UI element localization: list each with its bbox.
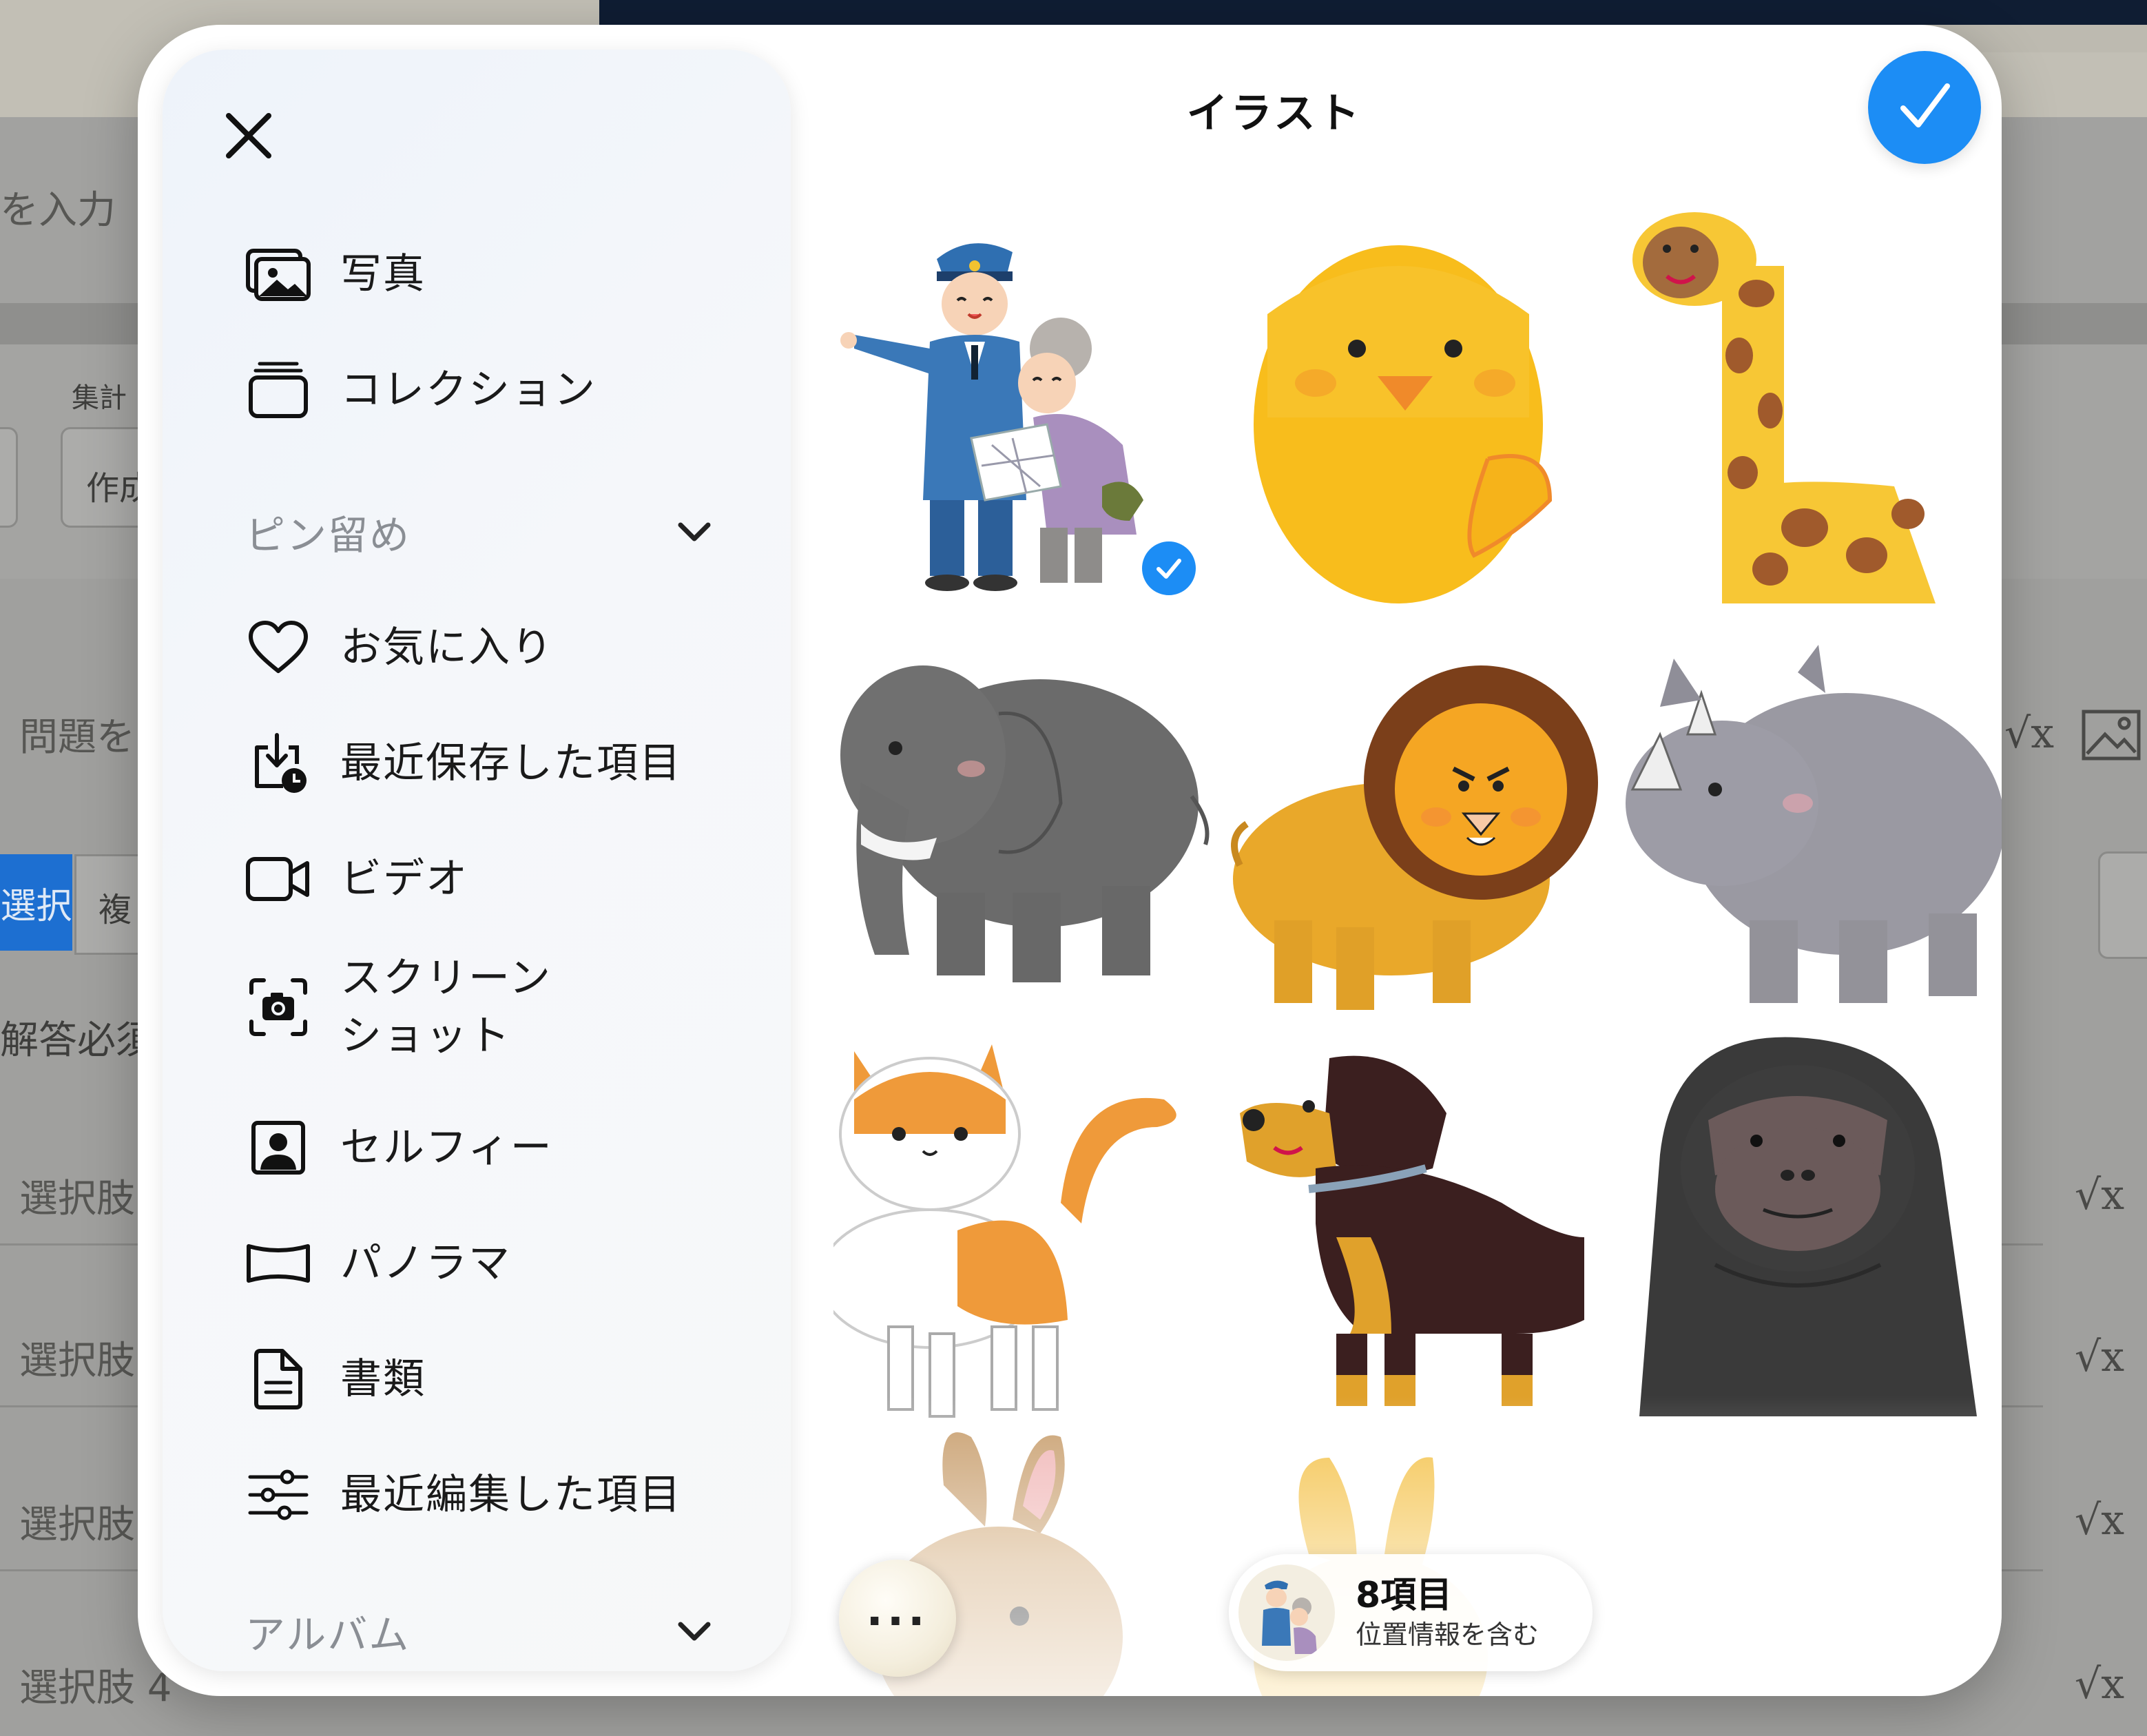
sidebar-item-label: パノラマ [340, 1239, 511, 1288]
illustration-rhinoceros[interactable] [1619, 631, 2002, 1024]
illustration-elephant[interactable] [833, 631, 1219, 1024]
bg-input-placeholder[interactable]: を入力 [0, 179, 116, 235]
illustration-dog[interactable] [1226, 1031, 1612, 1423]
chevron-down-icon [678, 522, 711, 541]
bg-right-button[interactable] [2098, 851, 2147, 959]
section-pinned[interactable]: ピン留め [245, 503, 714, 561]
illustration-picker-modal: 写真 コレクション ピン留め お気に入り 最近保存した項目 ビデオ スクリーン … [138, 25, 2002, 1696]
sidebar-item-recently-saved[interactable]: 最近保存した項目 [245, 730, 682, 796]
sidebar-item-documents[interactable]: 書類 [245, 1346, 426, 1412]
bg-line [0, 1405, 138, 1407]
sidebar-item-favorites[interactable]: お気に入り [245, 614, 554, 681]
document-icon [245, 1346, 311, 1412]
section-albums-label: アルバム [245, 1611, 411, 1658]
sidebar-item-label: 最近編集した項目 [340, 1471, 682, 1519]
screenshot-icon [245, 974, 311, 1040]
sidebar-item-label: スクリーン ショット [340, 954, 552, 1060]
sidebar-item-label: セルフィー [340, 1124, 553, 1172]
collections-icon [245, 357, 311, 423]
bg-choice-4[interactable]: 選択肢 4 [19, 1657, 172, 1713]
sqrt-icon[interactable]: √x [2075, 1171, 2124, 1219]
heart-icon [245, 614, 311, 681]
bg-line [0, 1569, 138, 1571]
illustration-chick[interactable] [1226, 211, 1612, 603]
checkmark-icon [1900, 83, 1950, 127]
bg-select-button[interactable]: 選択 [0, 854, 72, 951]
selected-check-badge [1139, 538, 1199, 599]
illustration-cat[interactable] [833, 1031, 1219, 1423]
bg-line [2002, 1569, 2043, 1571]
selection-info-text: 8項目 位置情報を含む [1356, 1573, 1539, 1652]
illustration-giraffe[interactable] [1619, 211, 2002, 603]
section-pinned-label: ピン留め [245, 512, 411, 559]
chevron-down-icon [678, 1622, 711, 1641]
sidebar-item-collections[interactable]: コレクション [245, 357, 597, 423]
sidebar-item-videos[interactable]: ビデオ [245, 846, 468, 912]
bg-line [0, 1243, 138, 1246]
sidebar: 写真 コレクション ピン留め お気に入り 最近保存した項目 ビデオ スクリーン … [163, 50, 791, 1671]
bg-line [2002, 1405, 2043, 1407]
bg-question-placeholder[interactable]: 問題を [19, 706, 135, 762]
illustration-gorilla[interactable] [1619, 1031, 2002, 1423]
bg-required-label: 解答必須 [0, 1018, 154, 1063]
sidebar-item-label: ビデオ [340, 855, 468, 903]
sidebar-item-label: 最近保存した項目 [340, 739, 682, 787]
close-button[interactable] [218, 105, 280, 167]
recently-edited-icon [245, 1462, 311, 1528]
recently-saved-icon [245, 730, 311, 796]
location-note: 位置情報を含む [1356, 1620, 1539, 1650]
section-albums[interactable]: アルバム [245, 1602, 714, 1660]
sqrt-icon[interactable]: √x [2075, 1660, 2124, 1708]
selection-info-pill[interactable]: 8項目 位置情報を含む [1229, 1554, 1593, 1671]
image-icon[interactable] [2082, 710, 2141, 761]
modal-title: イラスト [1186, 90, 1362, 138]
sidebar-item-photos[interactable]: 写真 [245, 241, 426, 307]
more-icon: ... [866, 1585, 929, 1636]
close-icon [226, 113, 271, 158]
bg-aggregate-label: 集計 [72, 382, 127, 414]
panorama-icon [245, 1230, 311, 1296]
sidebar-item-label: お気に入り [340, 623, 554, 672]
bg-field-left[interactable] [0, 427, 18, 528]
sidebar-item-panoramas[interactable]: パノラマ [245, 1230, 511, 1296]
sidebar-item-selfies[interactable]: セルフィー [245, 1115, 553, 1181]
sidebar-item-screenshots[interactable]: スクリーン ショット [245, 949, 552, 1065]
sqrt-icon[interactable]: √x [2004, 710, 2054, 758]
checkmark-icon [1157, 559, 1181, 579]
bg-choice-2[interactable]: 選択肢 [19, 1330, 135, 1385]
illustration-lion[interactable] [1226, 631, 1612, 1024]
photos-icon [245, 241, 311, 307]
selfie-icon [245, 1115, 311, 1181]
bg-line [2002, 1243, 2043, 1246]
bg-choice-3[interactable]: 選択肢 [19, 1494, 135, 1549]
sqrt-icon[interactable]: √x [2075, 1333, 2124, 1381]
item-count: 8項目 [1356, 1575, 1453, 1616]
selection-thumbnail [1238, 1564, 1335, 1661]
sidebar-item-label: コレクション [340, 366, 597, 414]
sidebar-item-label: 写真 [340, 250, 426, 298]
done-button[interactable] [1868, 51, 1981, 164]
video-icon [245, 846, 311, 912]
sidebar-item-label: 書類 [340, 1355, 426, 1403]
bg-choice-1[interactable]: 選択肢 [19, 1168, 135, 1223]
bg-top-bar [599, 0, 2147, 25]
more-options-button[interactable]: ... [839, 1560, 956, 1677]
sidebar-item-recently-edited[interactable]: 最近編集した項目 [245, 1462, 682, 1528]
sqrt-icon[interactable]: √x [2075, 1496, 2124, 1544]
